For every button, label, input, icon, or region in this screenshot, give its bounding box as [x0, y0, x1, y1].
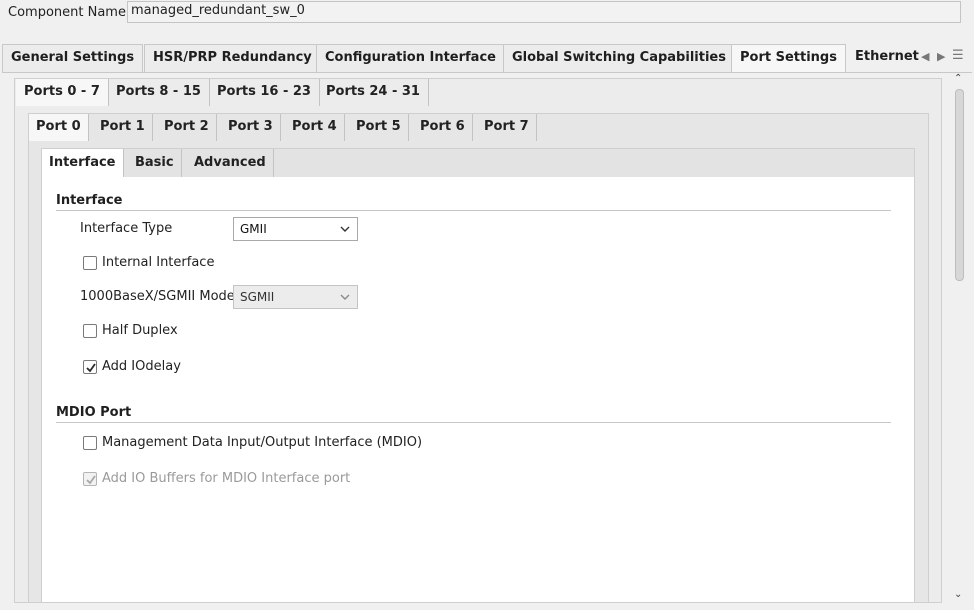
tab-menu-icon[interactable]: ☰	[952, 48, 964, 63]
tab-interface[interactable]: Interface	[42, 149, 124, 177]
tab-ports-16-23[interactable]: Ports 16 - 23	[209, 79, 320, 106]
tab-ports-8-15[interactable]: Ports 8 - 15	[108, 79, 210, 106]
sgmii-mode-select[interactable]: SGMII	[233, 285, 358, 309]
component-name-input[interactable]: managed_redundant_sw_0	[127, 1, 961, 23]
interface-section-divider	[56, 210, 891, 211]
tab-scroll-left-icon[interactable]: ◀	[921, 50, 929, 63]
sgmii-mode-value: SGMII	[240, 290, 275, 304]
chevron-down-icon	[340, 226, 350, 232]
tab-port-4[interactable]: Port 4	[285, 114, 345, 141]
mdio-section-title: MDIO Port	[56, 405, 132, 420]
vertical-scrollbar[interactable]: ⌃ ⌄	[952, 73, 968, 603]
interface-section-title: Interface	[56, 193, 123, 208]
tab-port-3[interactable]: Port 3	[221, 114, 281, 141]
tab-basic[interactable]: Basic	[128, 149, 182, 177]
top-tab-bar: General Settings HSR/PRP Redundancy Conf…	[2, 44, 970, 72]
checkmark-icon	[86, 475, 96, 485]
sgmii-mode-label: 1000BaseX/SGMII Mode	[80, 289, 235, 304]
tab-ethernet[interactable]: Ethernet	[847, 44, 927, 72]
tab-ports-0-7[interactable]: Ports 0 - 7	[16, 79, 109, 106]
mdio-section-divider	[56, 422, 891, 423]
tab-port-5[interactable]: Port 5	[349, 114, 409, 141]
port-detail-panel	[41, 148, 915, 603]
tab-port-6[interactable]: Port 6	[413, 114, 473, 141]
scrollbar-thumb[interactable]	[955, 89, 964, 281]
checkmark-icon	[86, 363, 96, 373]
add-iodelay-checkbox[interactable]	[83, 360, 97, 374]
mdio-label: Management Data Input/Output Interface (…	[102, 435, 423, 450]
tab-port-2[interactable]: Port 2	[157, 114, 217, 141]
chevron-down-icon	[340, 294, 350, 300]
tab-port-settings[interactable]: Port Settings	[731, 44, 846, 72]
add-iodelay-label: Add IOdelay	[102, 359, 181, 374]
tab-advanced[interactable]: Advanced	[187, 149, 274, 177]
tab-scroll-right-icon[interactable]: ▶	[937, 50, 945, 63]
tab-port-0[interactable]: Port 0	[29, 114, 89, 141]
half-duplex-checkbox[interactable]	[83, 324, 97, 338]
internal-interface-checkbox[interactable]	[83, 256, 97, 270]
tab-port-7[interactable]: Port 7	[477, 114, 537, 141]
interface-type-select[interactable]: GMII	[233, 217, 358, 241]
io-buffers-label: Add IO Buffers for MDIO Interface port	[102, 471, 351, 486]
tab-bar-divider	[2, 72, 972, 73]
component-name-label: Component Name	[8, 5, 126, 20]
mdio-checkbox[interactable]	[83, 436, 97, 450]
interface-type-label: Interface Type	[80, 221, 173, 236]
io-buffers-checkbox	[83, 472, 97, 486]
tab-port-1[interactable]: Port 1	[93, 114, 153, 141]
tab-hsr-prp-redundancy[interactable]: HSR/PRP Redundancy	[144, 44, 321, 72]
tab-global-switching-capabilities[interactable]: Global Switching Capabilities	[503, 44, 735, 72]
tab-configuration-interface[interactable]: Configuration Interface	[316, 44, 505, 72]
tab-ports-24-31[interactable]: Ports 24 - 31	[318, 79, 429, 106]
internal-interface-label: Internal Interface	[102, 255, 215, 270]
scroll-up-icon[interactable]: ⌃	[954, 73, 962, 84]
interface-type-value: GMII	[240, 222, 267, 236]
half-duplex-label: Half Duplex	[102, 323, 178, 338]
scroll-down-icon[interactable]: ⌄	[954, 589, 962, 600]
tab-general-settings[interactable]: General Settings	[2, 44, 144, 72]
